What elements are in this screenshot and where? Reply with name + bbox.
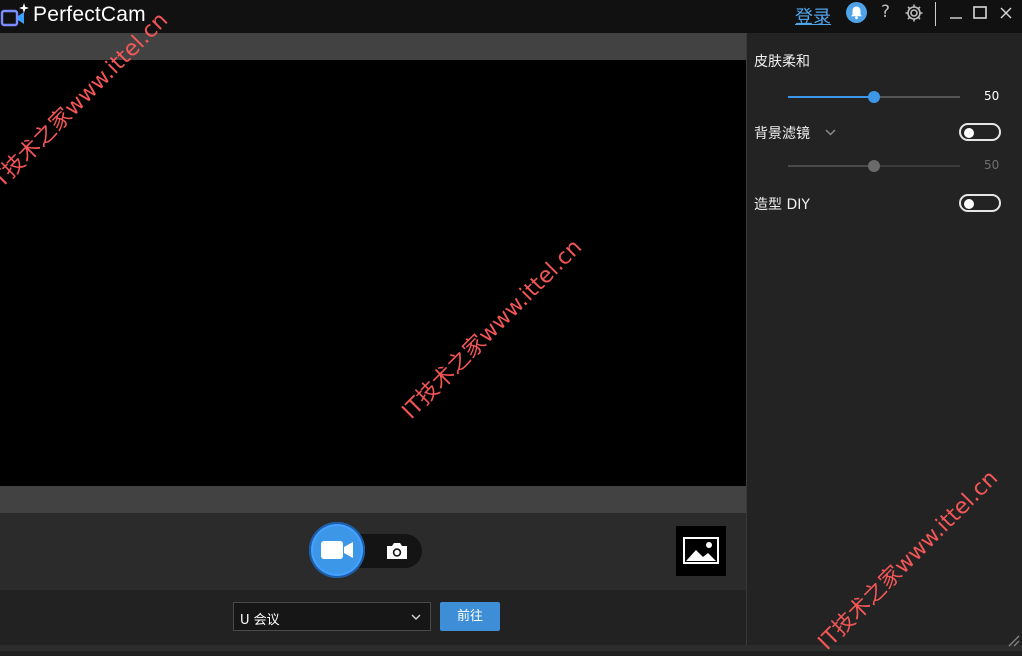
meeting-app-select[interactable]: U 会议 <box>233 602 431 631</box>
skin-smooth-slider-thumb[interactable] <box>868 91 880 103</box>
image-gallery-icon <box>683 537 719 564</box>
style-diy-label: 造型 DIY <box>754 197 810 213</box>
video-mode-button[interactable] <box>309 522 365 578</box>
help-icon[interactable]: ? <box>881 2 890 22</box>
maximize-icon[interactable] <box>970 4 990 22</box>
video-camera-icon <box>321 541 353 559</box>
titlebar-separator <box>935 2 936 26</box>
window-bottom-edge <box>0 645 1022 651</box>
bg-filter-slider-fill <box>788 165 874 167</box>
preview-bottom-bar <box>0 486 746 513</box>
bg-filter-value: 50 <box>984 158 1000 172</box>
meeting-app-selected: U 会议 <box>240 613 280 628</box>
bg-filter-toggle[interactable] <box>959 123 1001 141</box>
camera-preview <box>0 60 746 486</box>
login-link[interactable]: 登录 <box>795 3 831 29</box>
gallery-button[interactable] <box>676 526 726 576</box>
close-icon[interactable] <box>996 4 1016 22</box>
toggle-knob <box>964 199 974 209</box>
skin-smooth-value: 50 <box>984 89 1000 103</box>
minimize-icon[interactable] <box>946 4 966 22</box>
notification-bell-icon[interactable] <box>846 2 867 23</box>
title-bar: PerfectCam 登录 ? <box>0 0 1022 33</box>
preview-top-bar <box>0 33 746 60</box>
app-title: PerfectCam <box>33 3 146 26</box>
go-button[interactable]: 前往 <box>440 602 500 631</box>
resize-grip-icon[interactable] <box>1006 633 1020 647</box>
skin-smooth-label: 皮肤柔和 <box>754 54 810 70</box>
bg-filter-slider-thumb[interactable] <box>868 160 880 172</box>
bg-filter-label: 背景滤镜 <box>754 126 810 142</box>
style-diy-toggle[interactable] <box>959 194 1001 212</box>
bg-filter-chevron-down-icon[interactable] <box>824 127 837 137</box>
skin-smooth-slider-fill <box>788 96 874 98</box>
toggle-knob <box>964 128 974 138</box>
camera-photo-icon[interactable] <box>384 540 410 562</box>
perfectcam-logo-icon <box>0 3 29 27</box>
settings-gear-icon[interactable] <box>904 3 924 23</box>
chevron-down-icon <box>411 614 421 621</box>
